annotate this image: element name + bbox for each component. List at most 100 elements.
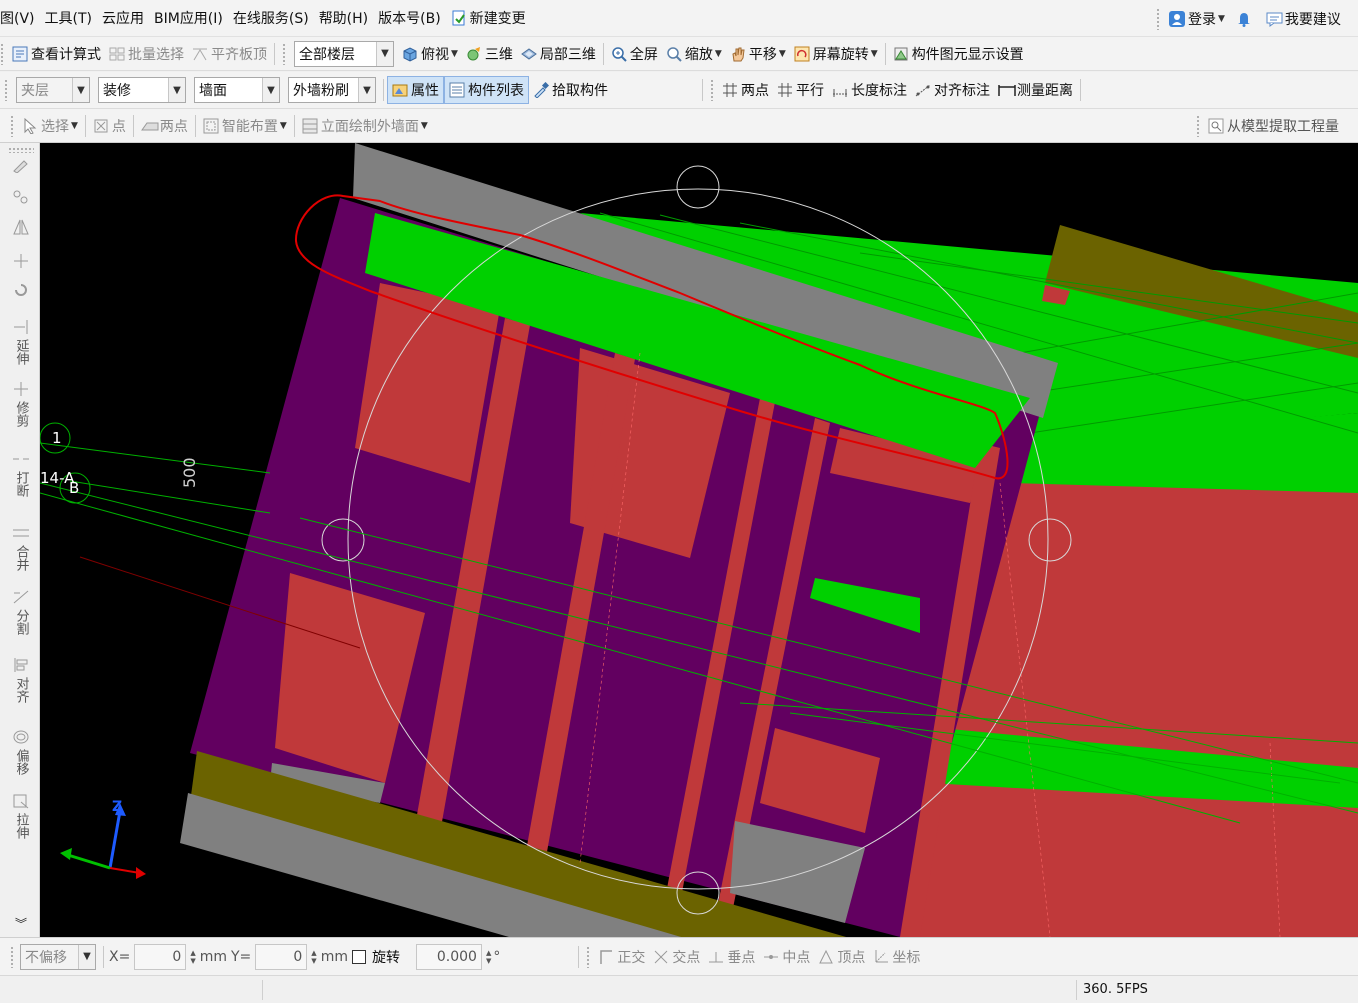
- new-change-button[interactable]: 新建变更: [446, 0, 531, 36]
- separator: [702, 79, 703, 101]
- layer-combo[interactable]: 夹层 ▼: [16, 77, 90, 103]
- rotate-angle-input[interactable]: 0.000: [415, 943, 482, 970]
- fps-readout: 360. 5FPS: [1083, 982, 1148, 997]
- move-icon[interactable]: [12, 253, 30, 269]
- toolbar-grip: [1196, 115, 1200, 137]
- menu-bar: 图(V) 工具(T) 云应用 BIM应用(I) 在线服务(S) 帮助(H) 版本…: [0, 0, 1358, 37]
- component-combo[interactable]: 外墙粉刷 ▼: [288, 77, 376, 103]
- floor-select[interactable]: 全部楼层 ▼: [294, 40, 394, 67]
- batch-select-button[interactable]: 批量选择: [105, 37, 188, 70]
- draw-elevation-button[interactable]: 立面绘制外墙面 ▼: [298, 109, 432, 142]
- snap-coordinate-button[interactable]: 坐标: [869, 938, 924, 975]
- menu-view[interactable]: 图(V): [0, 0, 40, 36]
- trim-button[interactable]: 修剪: [10, 401, 32, 431]
- measure-distance-button[interactable]: 测量距离: [994, 72, 1077, 108]
- pan-button[interactable]: 平移 ▼: [726, 37, 790, 70]
- two-points-dim-icon: [722, 82, 738, 98]
- offset-mode-select[interactable]: 不偏移 ▼: [20, 943, 96, 970]
- menu-bim[interactable]: BIM应用(I): [149, 0, 228, 36]
- screen-rotate-label: 屏幕旋转: [812, 46, 869, 63]
- category-combo[interactable]: 装修 ▼: [98, 77, 186, 103]
- component-list-button[interactable]: 构件列表: [444, 76, 529, 104]
- split-button[interactable]: 分割: [10, 609, 32, 639]
- elevation-icon: [302, 118, 318, 134]
- rotate-icon[interactable]: [12, 281, 30, 297]
- top-view-button[interactable]: 俯视 ▼: [398, 37, 462, 70]
- copy-icon[interactable]: [12, 189, 30, 205]
- x-spinner[interactable]: ▲ ▼: [190, 949, 195, 965]
- properties-label: 属性: [411, 83, 439, 99]
- display-settings-icon: [893, 46, 909, 62]
- menu-version[interactable]: 版本号(B): [373, 0, 446, 36]
- vertex-icon: [818, 949, 834, 965]
- view-formula-button[interactable]: 查看计算式: [8, 37, 105, 70]
- login-button[interactable]: 登录 ▼: [1164, 0, 1230, 37]
- smart-layout-button[interactable]: 智能布置 ▼: [199, 109, 291, 142]
- x-label: X=: [109, 948, 131, 965]
- snap-ortho-button[interactable]: 正交: [594, 938, 649, 975]
- select-button[interactable]: 选择 ▼: [18, 109, 82, 142]
- brush-icon[interactable]: [12, 157, 30, 174]
- menu-online-service[interactable]: 在线服务(S): [228, 0, 314, 36]
- type-combo[interactable]: 墙面 ▼: [194, 77, 280, 103]
- chevron-down-icon: ▼: [168, 78, 185, 102]
- parallel-label: 平行: [796, 83, 824, 99]
- aligned-dim-button[interactable]: 对齐标注: [911, 72, 994, 108]
- snap-perpendicular-button[interactable]: 垂点: [704, 938, 759, 975]
- three-d-label: 三维: [484, 46, 513, 63]
- snap-midpoint-button[interactable]: 中点: [759, 938, 814, 975]
- merge-button[interactable]: 合并: [10, 545, 32, 575]
- merge-label: 合并: [13, 545, 29, 571]
- menu-help[interactable]: 帮助(H): [314, 0, 373, 36]
- y-spinner[interactable]: ▲ ▼: [311, 949, 316, 965]
- ortho-icon: [598, 949, 614, 965]
- point-button[interactable]: 点: [89, 109, 130, 142]
- extend-button[interactable]: 延伸: [10, 339, 32, 369]
- notification-button[interactable]: [1230, 0, 1261, 37]
- drawing-viewport[interactable]: 1 14-A B 500 Z: [40, 143, 1358, 937]
- offset-button[interactable]: 偏移: [10, 749, 32, 779]
- extract-quantity-button[interactable]: 从模型提取工程量: [1204, 109, 1343, 143]
- screen-rotate-button[interactable]: 屏幕旋转 ▼: [790, 37, 882, 70]
- align-top-button[interactable]: 平齐板顶: [188, 37, 271, 70]
- break-button[interactable]: 打断: [10, 471, 32, 501]
- local-3d-button[interactable]: 局部三维: [517, 37, 600, 70]
- fullscreen-button[interactable]: 全屏: [607, 37, 662, 70]
- parallel-button[interactable]: 平行: [773, 72, 828, 108]
- menu-cloud[interactable]: 云应用: [97, 0, 149, 36]
- zoom-button[interactable]: 缩放 ▼: [662, 37, 726, 70]
- chevron-down-icon: ▼: [71, 120, 78, 131]
- extract-icon: [1208, 118, 1224, 134]
- mirror-icon[interactable]: [12, 219, 30, 235]
- extract-quantity-label: 从模型提取工程量: [1227, 119, 1339, 135]
- pick-component-button[interactable]: 拾取构件: [529, 72, 612, 108]
- align-icon: [12, 657, 30, 673]
- batch-select-label: 批量选择: [128, 46, 184, 63]
- rotate-spinner[interactable]: ▲ ▼: [486, 949, 491, 965]
- coordinate-icon: [873, 949, 889, 965]
- align-top-label: 平齐板顶: [211, 46, 267, 63]
- toolbar-grip: [282, 42, 286, 65]
- length-dim-button[interactable]: 长度标注: [828, 72, 911, 108]
- stretch-button[interactable]: 拉伸: [10, 813, 32, 843]
- snap-intersection-button[interactable]: 交点: [649, 938, 704, 975]
- three-d-button[interactable]: 三维: [462, 37, 517, 70]
- menu-tools[interactable]: 工具(T): [40, 0, 97, 36]
- rotate-toggle[interactable]: 旋转: [350, 938, 402, 975]
- align-button[interactable]: 对齐: [10, 677, 32, 707]
- stretch-icon: [12, 793, 30, 809]
- snap-vertex-label: 顶点: [837, 949, 866, 966]
- toolbar-grip: [710, 79, 714, 101]
- display-settings-button[interactable]: 构件图元显示设置: [889, 37, 1028, 70]
- feedback-button[interactable]: 我要建议: [1261, 0, 1346, 37]
- rotate-checkbox[interactable]: [351, 949, 366, 964]
- snap-vertex-button[interactable]: 顶点: [814, 938, 869, 975]
- draw-two-points-button[interactable]: 两点: [137, 109, 192, 142]
- x-input[interactable]: 0: [134, 943, 187, 970]
- expand-chevron-icon[interactable]: ︾: [15, 915, 27, 932]
- dim-two-points-button[interactable]: 两点: [718, 72, 773, 108]
- smart-layout-label: 智能布置: [221, 118, 278, 135]
- properties-button[interactable]: 属性: [387, 76, 444, 104]
- trim-icon: [12, 381, 30, 397]
- y-input[interactable]: 0: [255, 943, 308, 970]
